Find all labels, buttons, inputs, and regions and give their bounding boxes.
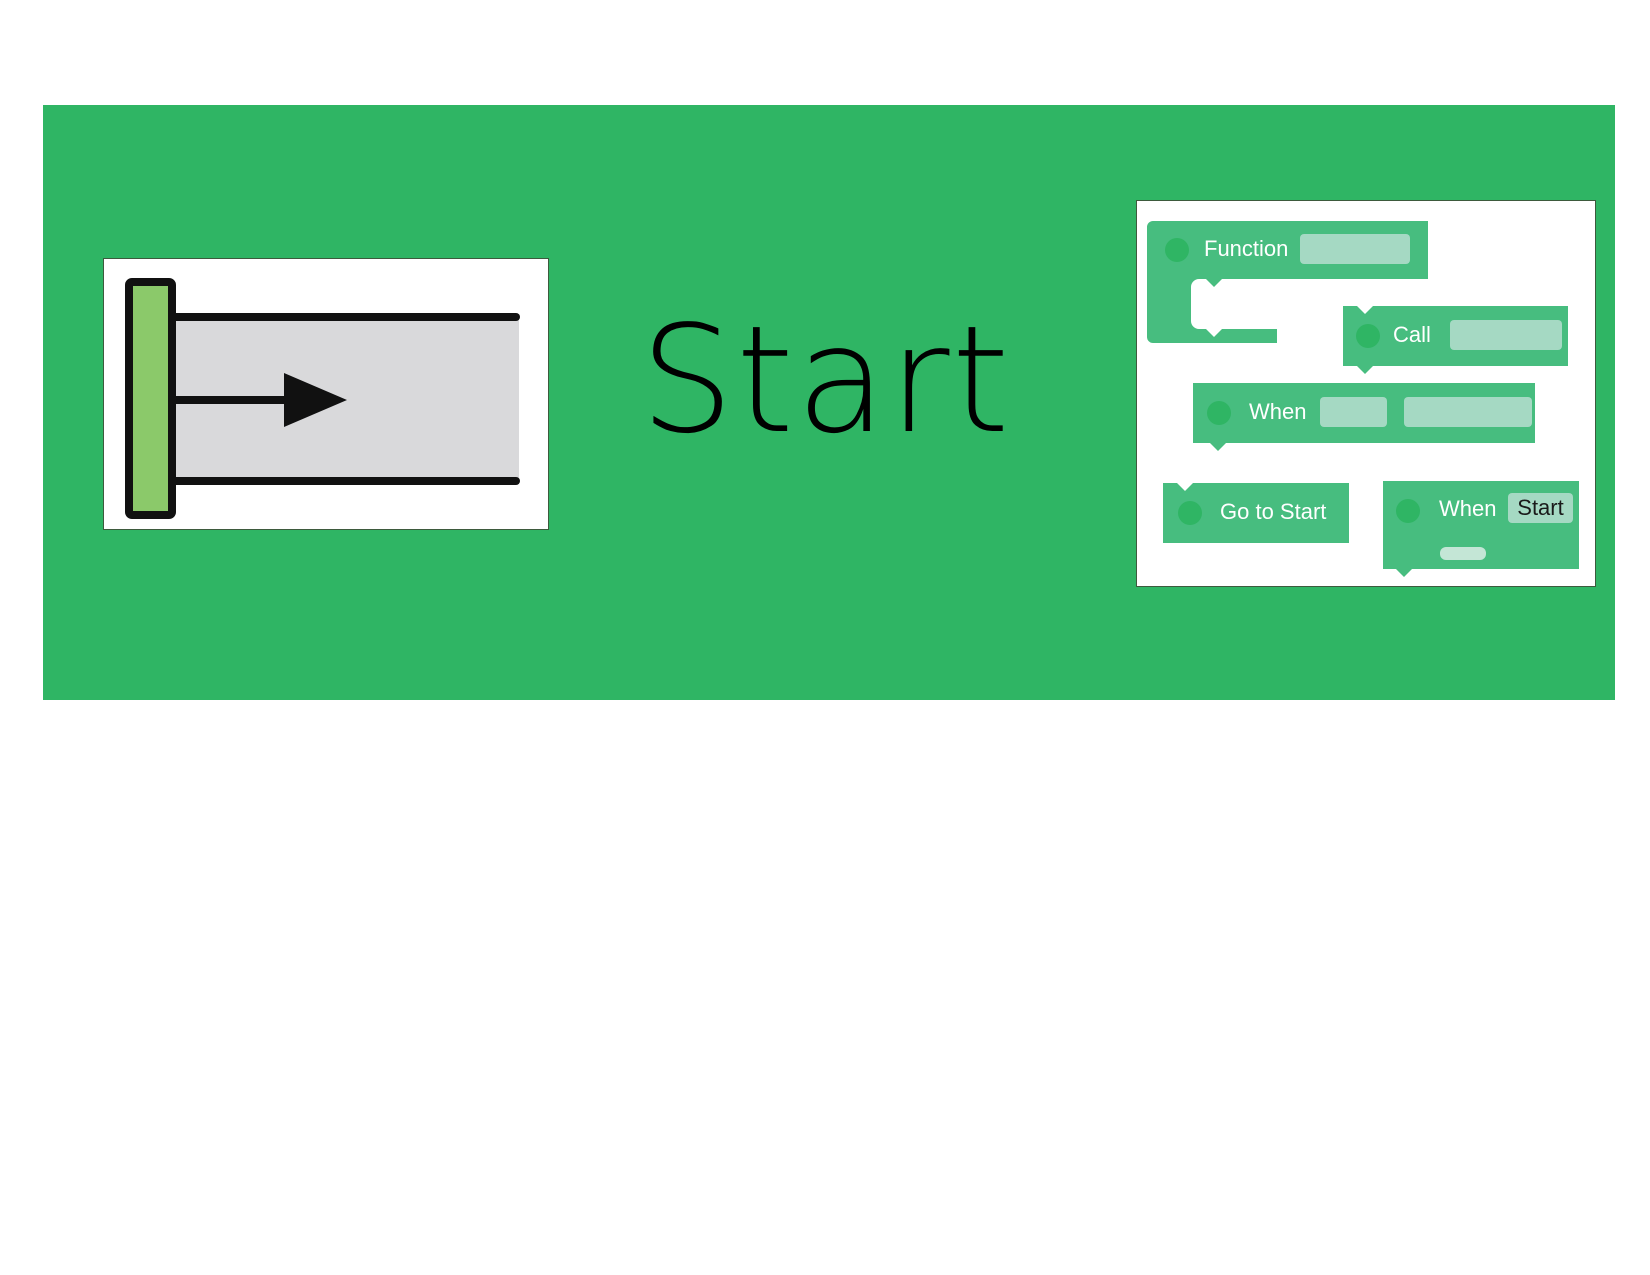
when-start-slot — [1440, 547, 1486, 560]
function-block-label: Function — [1204, 236, 1289, 261]
when-block-dot — [1207, 401, 1231, 425]
function-name-input[interactable] — [1300, 234, 1410, 264]
icon-start-bar — [125, 278, 176, 519]
call-block-dot — [1356, 324, 1380, 348]
function-block-dot — [1165, 238, 1189, 262]
when-start-event-chip[interactable]: Start — [1508, 493, 1573, 523]
when-value-input[interactable] — [1404, 397, 1532, 427]
code-blocks-panel: Function Call When Go to Start When Star… — [1136, 200, 1596, 587]
start-arrow-icon — [125, 278, 520, 519]
when-start-block-dot — [1396, 499, 1420, 523]
go-to-start-block-label: Go to Start — [1220, 499, 1327, 524]
card-title: Start — [640, 294, 1012, 466]
when-block-label: When — [1249, 399, 1307, 424]
when-condition-input[interactable] — [1320, 397, 1387, 427]
when-start-block-label: When — [1439, 496, 1497, 521]
call-name-input[interactable] — [1450, 320, 1562, 350]
go-to-start-block-dot — [1178, 501, 1202, 525]
call-block-label: Call — [1393, 322, 1431, 347]
start-icon-frame — [103, 258, 549, 530]
